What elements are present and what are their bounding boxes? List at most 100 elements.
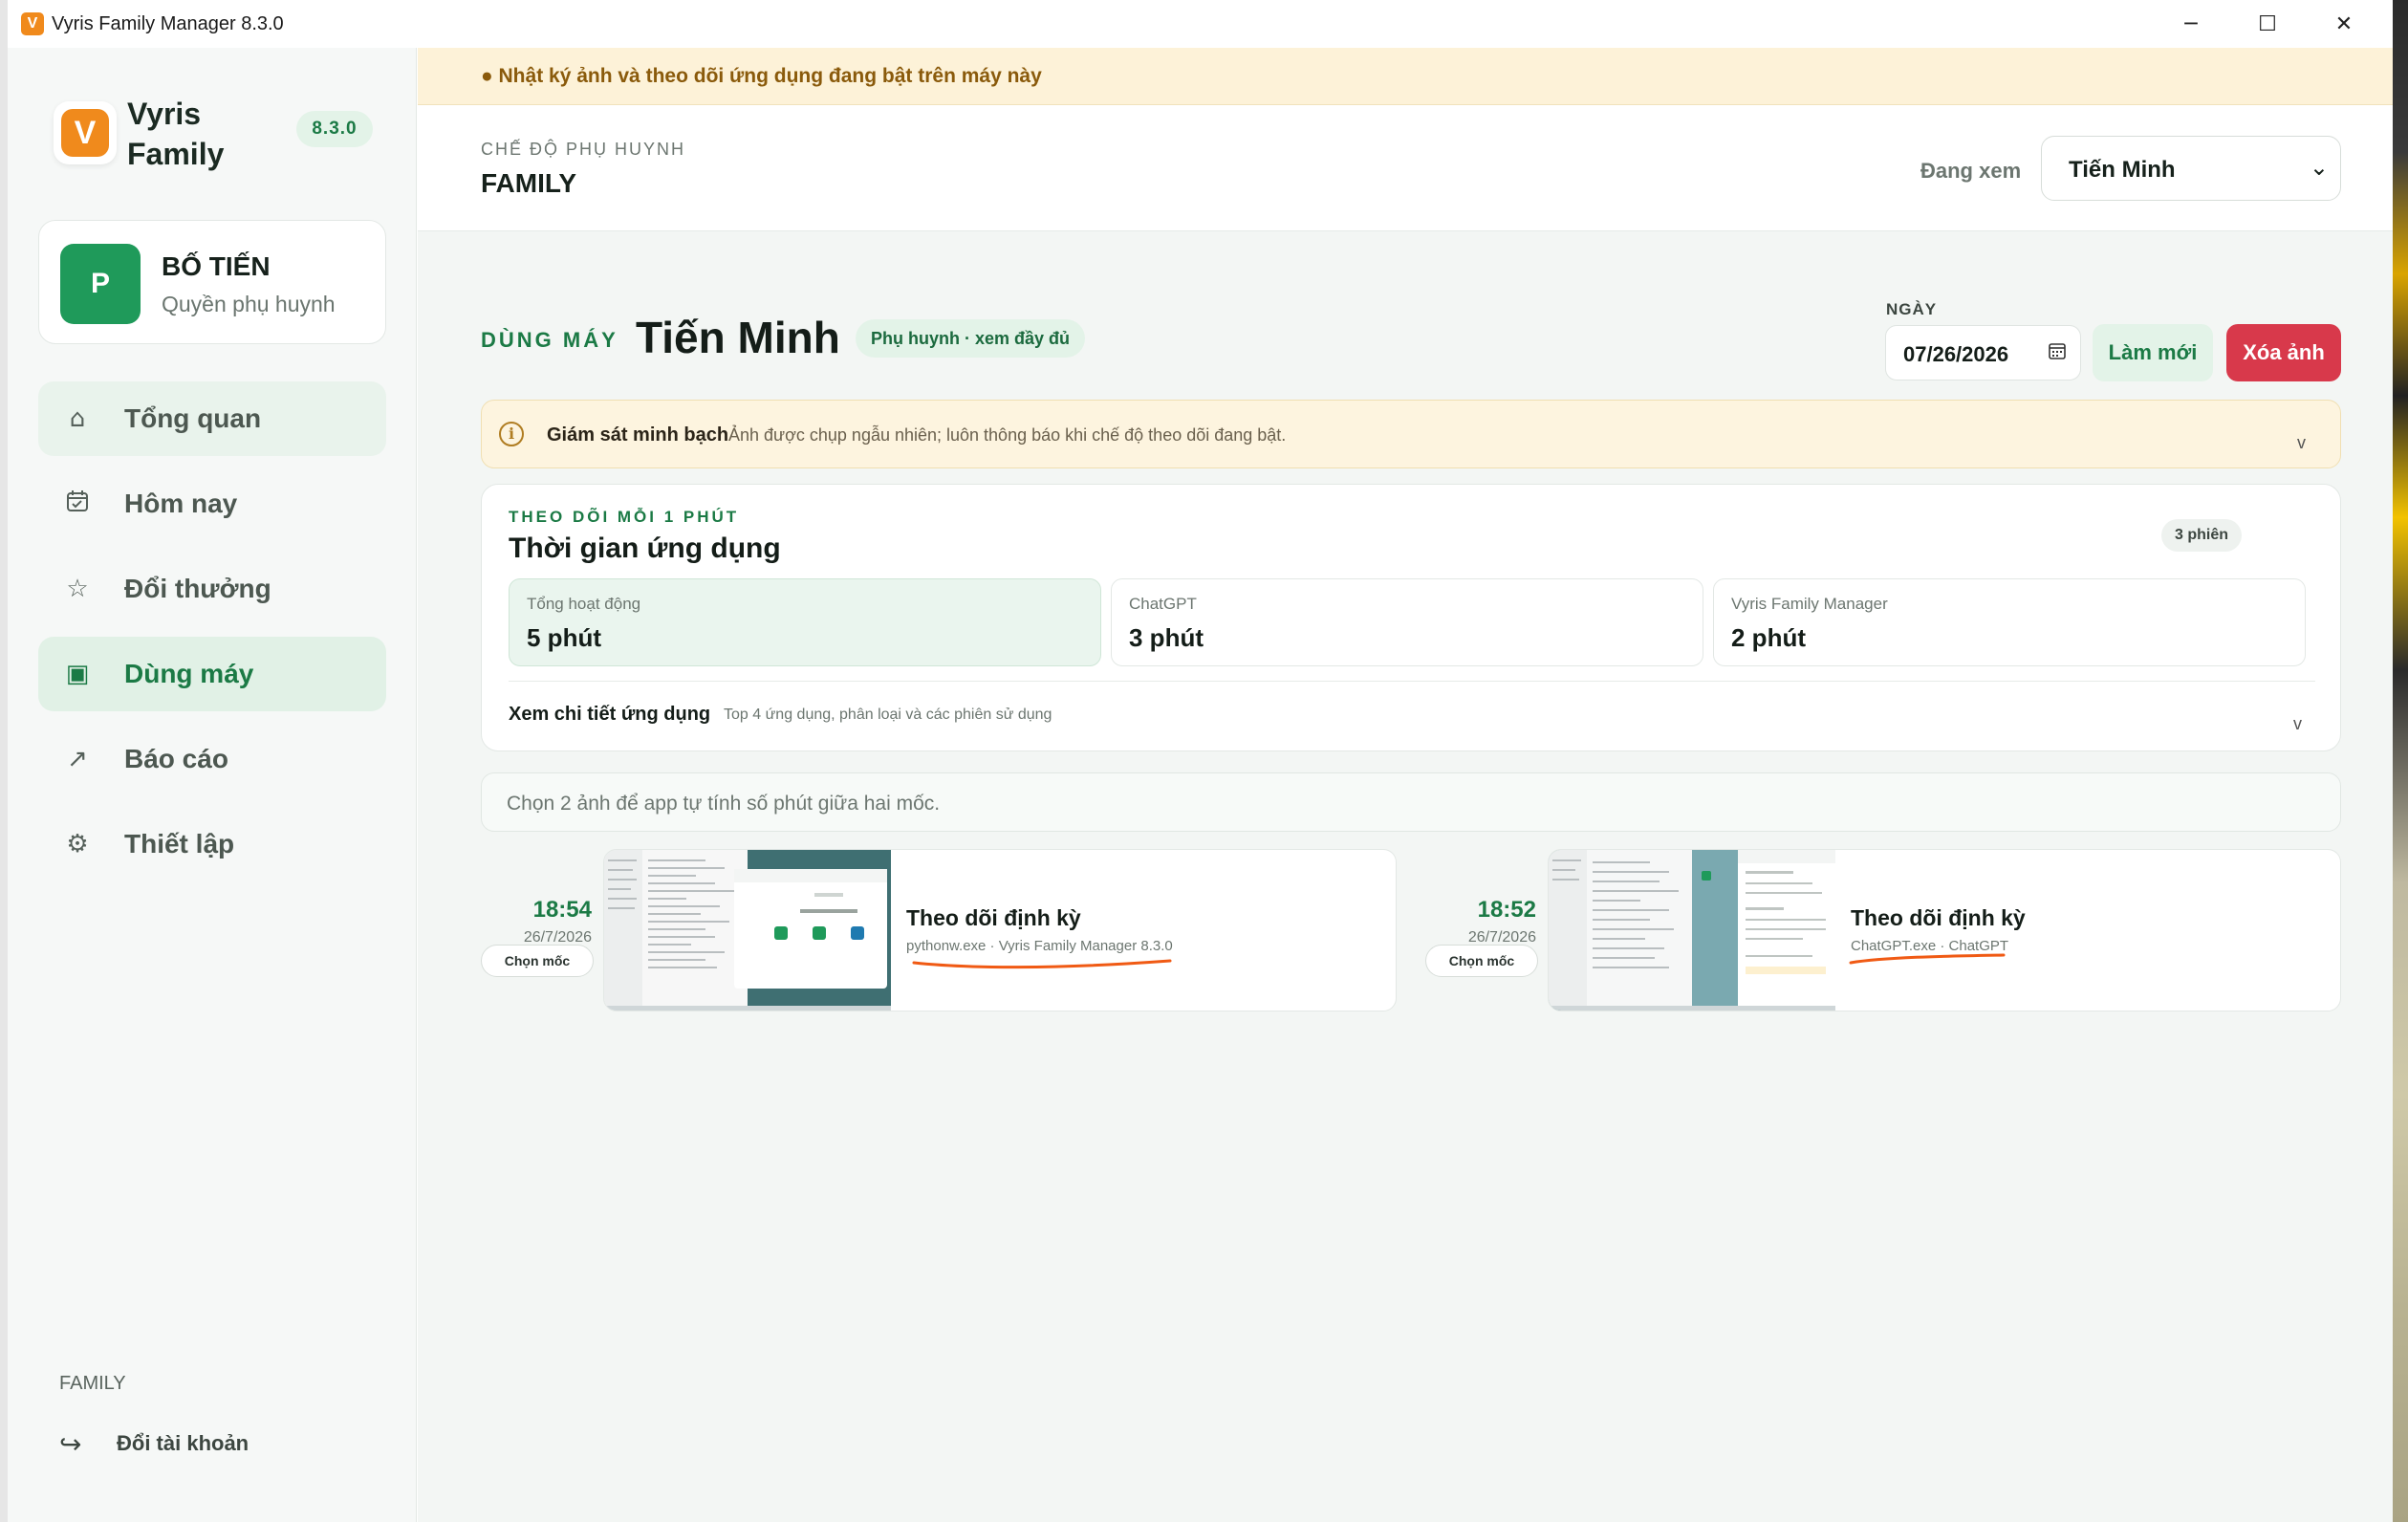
section-title: Tiến Minh (636, 313, 840, 362)
child-select[interactable]: Tiến Minh ⌄ (2041, 136, 2341, 201)
child-select-value: Tiến Minh (2069, 157, 2176, 183)
refresh-button[interactable]: Làm mới (2093, 324, 2213, 381)
sidebar-item-label: Đổi thưởng (124, 574, 271, 603)
info-title: Giám sát minh bạch (547, 424, 729, 446)
viewing-label: Đang xem (1920, 159, 2022, 183)
user-name: BỐ TIẾN (162, 251, 271, 281)
date-label: NGÀY (1886, 300, 1938, 318)
sidebar-item-today[interactable]: Hôm nay (38, 467, 386, 541)
window-title: Vyris Family Manager 8.3.0 (52, 13, 284, 34)
device-icon: ▣ (65, 660, 90, 688)
stat-value: 5 phút (527, 623, 601, 652)
usage-eyebrow: THEO DÕI MỖI 1 PHÚT (509, 508, 740, 526)
maximize-button[interactable]: ☐ (2229, 0, 2306, 48)
sidebar-item-rewards[interactable]: ☆ Đổi thưởng (38, 552, 386, 626)
screenshot-label: Theo dõi định kỳ (906, 905, 1081, 930)
sidebar-item-label: Tổng quan (124, 403, 262, 433)
screenshot-card[interactable]: Theo dõi định kỳ ChatGPT.exe · ChatGPT (1548, 849, 2341, 1011)
switch-account-label: Đổi tài khoản (117, 1431, 249, 1455)
brand-logo-letter: V (61, 109, 109, 157)
screenshot-label: Theo dõi định kỳ (1851, 905, 2026, 930)
app-usage-card: THEO DÕI MỖI 1 PHÚT Thời gian ứng dụng 3… (481, 484, 2341, 751)
info-description: Ảnh được chụp ngẫu nhiên; luôn thông báo… (728, 425, 1287, 445)
annotation-underline (1849, 953, 2006, 965)
pick-marker-button[interactable]: Chọn mốc (1425, 945, 1538, 977)
page-title: FAMILY (481, 168, 577, 198)
monitoring-notice-bar: ● Nhật ký ảnh và theo dõi ứng dụng đang … (418, 48, 2393, 105)
app-details-toggle[interactable]: Xem chi tiết ứng dụng (509, 704, 710, 726)
selection-hint-text: Chọn 2 ảnh để app tự tính số phút giữa h… (507, 793, 941, 815)
date-input[interactable]: 07/26/2026 (1885, 325, 2081, 380)
brand-name: Vyris Family (127, 94, 224, 174)
date-value: 07/26/2026 (1903, 342, 2009, 366)
chart-arrow-icon: ↗ (67, 745, 88, 773)
app-details-description: Top 4 ứng dụng, phân loại và các phiên s… (724, 707, 1052, 723)
stat-value: 3 phút (1129, 623, 1204, 652)
screenshot-entry: 18:54 26/7/2026 Chọn mốc Theo dõi định k… (481, 849, 1397, 1011)
main-content: ● Nhật ký ảnh và theo dõi ứng dụng đang … (418, 48, 2393, 1522)
stat-total-activity: Tổng hoạt động 5 phút (509, 578, 1101, 666)
sidebar: V Vyris Family 8.3.0 P BỐ TIẾN Quyền phụ… (8, 48, 417, 1522)
stat-value: 2 phút (1731, 623, 1806, 652)
avatar: P (60, 244, 141, 324)
switch-account-button[interactable]: ↪ Đổi tài khoản (59, 1424, 249, 1463)
sidebar-item-label: Báo cáo (124, 744, 228, 773)
sidebar-item-label: Thiết lập (124, 829, 235, 859)
stat-label: Vyris Family Manager (1731, 595, 1888, 613)
calendar-icon[interactable] (2048, 341, 2067, 365)
chevron-down-icon[interactable]: v (2293, 714, 2302, 734)
stat-label: ChatGPT (1129, 595, 1197, 613)
desktop-background-right (2393, 0, 2408, 1522)
sidebar-item-reports[interactable]: ↗ Báo cáo (38, 722, 386, 796)
delete-photos-button[interactable]: Xóa ảnh (2226, 324, 2341, 381)
permission-badge: Phụ huynh · xem đầy đủ (856, 319, 1086, 358)
user-card: P BỐ TIẾN Quyền phụ huynh (38, 220, 386, 344)
close-button[interactable]: ✕ (2306, 0, 2382, 48)
brand-name-line1: Vyris (127, 97, 202, 131)
home-icon: ⌂ (69, 404, 86, 433)
minimize-button[interactable]: ─ (2153, 0, 2229, 48)
chevron-down-icon[interactable]: v (2297, 433, 2306, 453)
app-window: V Vyris Family Manager 8.3.0 ─ ☐ ✕ V Vyr… (8, 0, 2393, 1522)
info-icon: i (499, 422, 524, 446)
brand-name-line2: Family (127, 137, 225, 171)
version-badge: 8.3.0 (296, 111, 373, 147)
monitoring-notice-text: ● Nhật ký ảnh và theo dõi ứng dụng đang … (481, 65, 1042, 87)
transparency-info-box[interactable]: i Giám sát minh bạch Ảnh được chụp ngẫu … (481, 400, 2341, 468)
desktop-background-left (0, 0, 8, 1522)
screenshot-entry: 18:52 26/7/2026 Chọn mốc Theo dõi định k… (1425, 849, 2341, 1011)
screenshot-app: pythonw.exe · Vyris Family Manager 8.3.0 (906, 938, 1173, 954)
screenshot-time: 18:52 (1477, 897, 1536, 923)
sidebar-item-overview[interactable]: ⌂ Tổng quan (38, 381, 386, 456)
selection-hint: Chọn 2 ảnh để app tự tính số phút giữa h… (481, 772, 2341, 832)
stat-label: Tổng hoạt động (527, 595, 641, 613)
gear-icon: ⚙ (66, 830, 89, 859)
pick-marker-button[interactable]: Chọn mốc (481, 945, 594, 977)
mode-eyebrow: CHẾ ĐỘ PHỤ HUYNH (481, 140, 686, 159)
title-bar: V Vyris Family Manager 8.3.0 ─ ☐ ✕ (8, 0, 2393, 48)
sessions-badge: 3 phiên (2161, 519, 2243, 552)
switch-account-icon: ↪ (59, 1427, 82, 1460)
divider (509, 681, 2315, 682)
brand-logo: V (54, 101, 117, 164)
user-role: Quyền phụ huynh (162, 292, 336, 316)
screenshot-thumbnail[interactable] (1549, 850, 1835, 1011)
screenshot-card[interactable]: Theo dõi định kỳ pythonw.exe · Vyris Fam… (603, 849, 1397, 1011)
stat-chatgpt: ChatGPT 3 phút (1111, 578, 1703, 666)
chevron-down-icon: ⌄ (2309, 154, 2329, 181)
screenshot-thumbnail[interactable] (604, 850, 891, 1011)
calendar-icon (61, 489, 94, 520)
app-icon: V (21, 12, 44, 35)
sidebar-item-settings[interactable]: ⚙ Thiết lập (38, 807, 386, 881)
usage-title: Thời gian ứng dụng (509, 533, 781, 564)
family-label: FAMILY (59, 1373, 126, 1394)
star-icon: ☆ (66, 575, 89, 603)
sidebar-item-label: Hôm nay (124, 489, 238, 518)
sidebar-item-label: Dùng máy (124, 659, 254, 688)
screenshot-app: ChatGPT.exe · ChatGPT (1851, 938, 2009, 954)
page-header: CHẾ ĐỘ PHỤ HUYNH FAMILY Đang xem Tiến Mi… (418, 105, 2393, 231)
sidebar-item-device-usage[interactable]: ▣ Dùng máy (38, 637, 386, 711)
stat-vyris-family-manager: Vyris Family Manager 2 phút (1713, 578, 2306, 666)
annotation-underline (912, 959, 1172, 969)
section-eyebrow: DÙNG MÁY (481, 328, 618, 352)
